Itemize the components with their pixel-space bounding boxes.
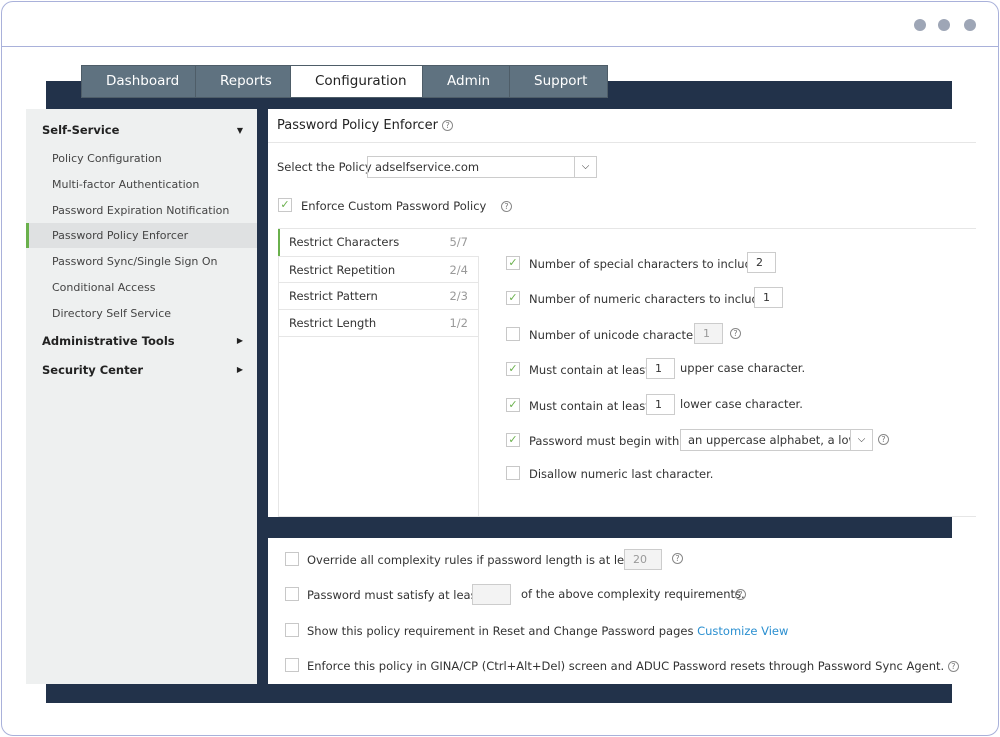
lower-case-input[interactable]: 1 <box>646 394 675 415</box>
satisfy-label: Password must satisfy at least <box>307 588 482 602</box>
rule-tab-label: Restrict Characters <box>289 235 400 249</box>
sidebar-item-directory-self-service[interactable]: Directory Self Service <box>26 301 257 326</box>
gina-checkbox[interactable] <box>285 658 299 672</box>
rule-tab-restrict-pattern[interactable]: Restrict Pattern 2/3 <box>278 283 478 310</box>
upper-case-checkbox[interactable]: ✓ <box>506 362 520 376</box>
sidebar-item-conditional-access[interactable]: Conditional Access <box>26 275 257 300</box>
satisfy-suffix: of the above complexity requirements. <box>521 587 745 601</box>
sidebar-section-self-service[interactable]: Self-Service ▼ <box>42 123 257 137</box>
tab-dashboard[interactable]: Dashboard <box>82 66 196 97</box>
upper-case-input[interactable]: 1 <box>646 358 675 379</box>
rule-tab-count: 2/3 <box>449 289 468 303</box>
page-title-text: Password Policy Enforcer <box>277 118 438 133</box>
enforce-policy-checkbox[interactable]: ✓ <box>278 198 292 212</box>
page-title: Password Policy Enforcer ? <box>277 118 454 133</box>
show-requirement-checkbox[interactable] <box>285 623 299 637</box>
rule-tab-label: Restrict Repetition <box>289 263 396 277</box>
sidebar-item-password-policy-enforcer[interactable]: Password Policy Enforcer <box>26 223 257 248</box>
begin-with-label: Password must begin with <box>529 434 680 448</box>
sidebar-item-policy-configuration[interactable]: Policy Configuration <box>26 146 257 171</box>
special-chars-label: Number of special characters to include <box>529 257 759 271</box>
rule-tab-count: 2/4 <box>449 263 468 277</box>
lower-case-suffix: lower case character. <box>680 397 803 411</box>
sidebar: Self-Service ▼ Policy Configuration Multi… <box>26 109 257 684</box>
help-icon[interactable]: ? <box>947 661 959 672</box>
unicode-chars-input[interactable]: 1 <box>694 323 723 344</box>
help-icon[interactable]: ? <box>500 201 512 212</box>
enforce-policy-label: Enforce Custom Password Policy <box>301 199 487 213</box>
numeric-chars-input[interactable]: 1 <box>754 287 783 308</box>
customize-view-link[interactable]: Customize View <box>697 624 788 638</box>
numeric-chars-label: Number of numeric characters to include <box>529 292 766 306</box>
show-requirement-row: Show this policy requirement in Reset an… <box>307 624 788 638</box>
section-label: Administrative Tools <box>42 334 175 348</box>
satisfy-checkbox[interactable] <box>285 587 299 601</box>
help-icon[interactable]: ? <box>730 328 741 339</box>
divider <box>478 256 479 517</box>
tab-reports[interactable]: Reports <box>196 66 291 97</box>
title-bar <box>2 2 998 47</box>
rule-tab-label: Restrict Length <box>289 316 377 330</box>
begin-with-checkbox[interactable]: ✓ <box>506 433 520 447</box>
window-dot-icon[interactable] <box>914 19 926 31</box>
unicode-chars-label: Number of unicode characters <box>529 328 704 342</box>
numeric-last-checkbox[interactable] <box>506 466 520 480</box>
sidebar-item-password-expiration[interactable]: Password Expiration Notification <box>26 198 257 223</box>
rule-tab-restrict-repetition[interactable]: Restrict Repetition 2/4 <box>278 256 478 283</box>
override-checkbox[interactable] <box>285 552 299 566</box>
help-icon[interactable]: ? <box>672 553 683 564</box>
rule-tab-count: 1/2 <box>449 316 468 330</box>
override-length-input[interactable]: 20 <box>624 549 662 570</box>
section-label: Self-Service <box>42 123 120 137</box>
main-panel: Password Policy Enforcer ? Select the Po… <box>268 109 976 517</box>
show-requirement-label: Show this policy requirement in Reset an… <box>307 624 694 638</box>
top-nav: Dashboard Reports Configuration Admin Su… <box>81 65 608 98</box>
window-dot-icon[interactable] <box>964 19 976 31</box>
help-icon[interactable]: ? <box>878 434 889 445</box>
lower-case-label: Must contain at least <box>529 399 650 413</box>
rule-tab-restrict-characters[interactable]: Restrict Characters 5/7 <box>278 229 478 256</box>
window-dot-icon[interactable] <box>938 19 950 31</box>
sidebar-section-admin-tools[interactable]: Administrative Tools ▶ <box>42 334 257 348</box>
lower-case-checkbox[interactable]: ✓ <box>506 398 520 412</box>
enforce-policy-row: Enforce Custom Password Policy ? <box>301 199 512 213</box>
policy-select[interactable]: adselfservice.com ⌵ <box>367 156 597 178</box>
sidebar-section-security-center[interactable]: Security Center ▶ <box>42 363 257 377</box>
additional-options-panel: Override all complexity rules if passwor… <box>268 538 976 684</box>
gina-label: Enforce this policy in GINA/CP (Ctrl+Alt… <box>307 659 945 673</box>
caret-right-icon: ▶ <box>236 336 243 345</box>
select-policy-label: Select the Policy <box>277 160 372 174</box>
help-icon[interactable]: ? <box>735 589 746 600</box>
special-chars-checkbox[interactable]: ✓ <box>506 256 520 270</box>
begin-with-value: an uppercase alphabet, a lowe <box>688 433 866 447</box>
rule-tab-restrict-length[interactable]: Restrict Length 1/2 <box>278 310 478 337</box>
numeric-last-label: Disallow numeric last character. <box>529 467 714 481</box>
begin-with-select[interactable]: an uppercase alphabet, a lowe ⌵ <box>680 429 873 451</box>
policy-select-value: adselfservice.com <box>375 160 480 174</box>
chevron-down-icon[interactable]: ⌵ <box>574 157 596 177</box>
numeric-chars-checkbox[interactable]: ✓ <box>506 291 520 305</box>
section-label: Security Center <box>42 363 144 377</box>
upper-case-suffix: upper case character. <box>680 361 806 375</box>
sidebar-item-mfa[interactable]: Multi-factor Authentication <box>26 172 257 197</box>
tab-admin[interactable]: Admin <box>423 66 510 97</box>
rule-tab-count: 5/7 <box>449 235 468 249</box>
chevron-down-icon[interactable]: ⌵ <box>850 430 872 450</box>
rule-tab-label: Restrict Pattern <box>289 289 378 303</box>
gina-row: Enforce this policy in GINA/CP (Ctrl+Alt… <box>307 659 959 673</box>
sidebar-item-password-sync[interactable]: Password Sync/Single Sign On <box>26 249 257 274</box>
satisfy-count-input[interactable] <box>472 584 511 605</box>
upper-case-label: Must contain at least <box>529 363 650 377</box>
help-icon[interactable]: ? <box>442 120 454 131</box>
tab-configuration[interactable]: Configuration <box>291 66 423 97</box>
tab-support[interactable]: Support <box>510 66 607 97</box>
caret-down-icon: ▼ <box>236 126 243 135</box>
override-label: Override all complexity rules if passwor… <box>307 553 642 567</box>
special-chars-input[interactable]: 2 <box>747 252 776 273</box>
unicode-chars-checkbox[interactable] <box>506 327 520 341</box>
caret-right-icon: ▶ <box>236 365 243 374</box>
divider <box>268 142 976 143</box>
